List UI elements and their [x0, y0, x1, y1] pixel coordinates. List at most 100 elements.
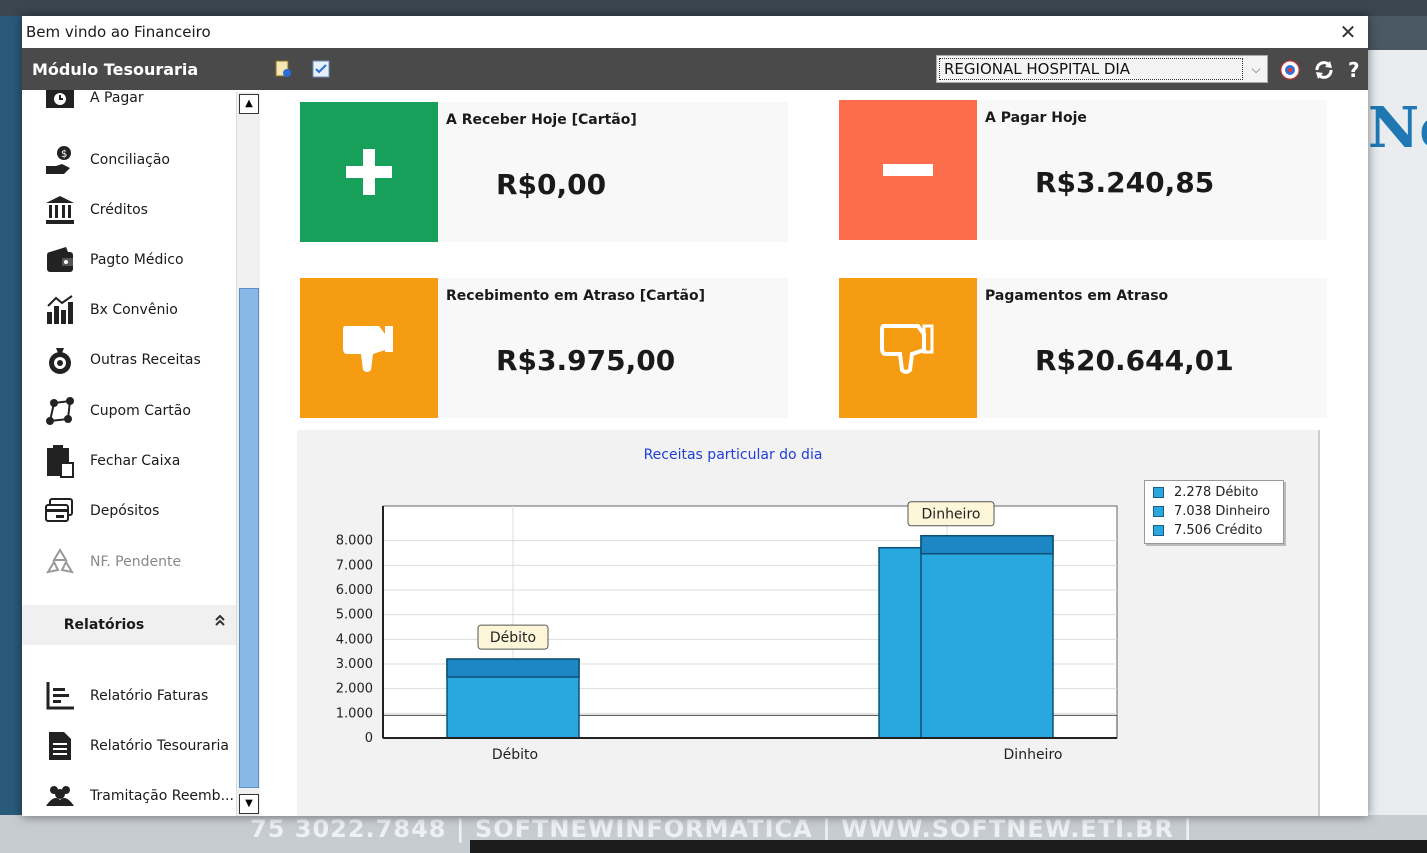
sidebar-item-label: Conciliação — [90, 152, 171, 168]
card-title: A Receber Hoje [Cartão] — [446, 112, 637, 128]
bar-cap — [920, 534, 1054, 555]
sidebar-item-bx-convenio[interactable]: Bx Convênio — [42, 290, 242, 330]
bank-icon — [42, 192, 78, 228]
sidebar-item-relatorio-tesouraria[interactable]: Relatório Tesouraria — [42, 726, 242, 766]
legend-label: 7.506 Crédito — [1174, 523, 1263, 538]
sidebar-item-conciliacao[interactable]: $ Conciliação — [42, 140, 242, 180]
sidebar-item-label: Créditos — [90, 202, 148, 218]
sidebar-item-label: Bx Convênio — [90, 302, 178, 318]
sidebar-item-tramitacao-reemb[interactable]: Tramitação Reemb... — [42, 776, 242, 816]
x-tick-label: Débito — [492, 747, 538, 763]
chart-bars-icon — [42, 292, 78, 328]
taskbar — [470, 840, 1427, 853]
clock-money-icon — [42, 90, 78, 116]
data-label: Débito — [490, 630, 536, 646]
desktop-banner-text: 75 3022.7848 | SOFTNEWINFORMATICA | WWW.… — [250, 815, 1194, 843]
sidebar-item-pagto-medico[interactable]: Pagto Médico — [42, 240, 242, 280]
card-value: R$3.240,85 — [1035, 166, 1215, 199]
sidebar-item-label: Fechar Caixa — [90, 453, 181, 469]
scroll-up-button[interactable]: ▲ — [239, 94, 259, 114]
card-pay-today[interactable]: A Pagar Hoje R$3.240,85 — [839, 100, 1327, 240]
sidebar-item-nf-pendente[interactable]: NF. Pendente — [42, 542, 242, 582]
help-icon[interactable]: ? — [1342, 58, 1366, 82]
sidebar-item-relatorio-faturas[interactable]: Relatório Faturas — [42, 676, 242, 716]
thumbs-down-icon — [300, 278, 438, 418]
card-title: Recebimento em Atraso [Cartão] — [446, 288, 705, 304]
y-tick-label: 7.000 — [336, 558, 373, 573]
close-button[interactable]: ✕ — [1336, 20, 1360, 44]
card-late-payments[interactable]: Pagamentos em Atraso R$20.644,01 — [839, 278, 1327, 418]
module-toolbar: Módulo Tesouraria REGIONAL HOSPITAL DIA … — [22, 48, 1368, 90]
legend-entry: 2.278 Débito — [1153, 483, 1275, 502]
card-receive-today[interactable]: A Receber Hoje [Cartão] R$0,00 — [300, 102, 788, 242]
collapse-icon[interactable] — [214, 613, 226, 631]
scroll-down-button[interactable]: ▼ — [239, 794, 259, 814]
data-label: Dinheiro — [922, 507, 981, 523]
target-icon[interactable] — [1278, 58, 1302, 82]
x-tick-label: Dinheiro — [1004, 747, 1063, 763]
wallet-icon — [42, 242, 78, 278]
sidebar-item-label: Outras Receitas — [90, 352, 201, 368]
window-title: Bem vindo ao Financeiro — [26, 23, 211, 41]
bar-shadow — [878, 546, 924, 739]
sidebar-item-creditos[interactable]: Créditos — [42, 190, 242, 230]
y-tick-label: 0 — [365, 731, 373, 746]
y-tick-label: 3.000 — [336, 657, 373, 672]
people-icon — [42, 778, 78, 814]
sidebar: A Pagar $ Conciliação Créditos Pagto Méd… — [22, 90, 260, 816]
desktop-logo: Ne — [1368, 95, 1427, 161]
reports-section-title: Relatórios — [63, 617, 145, 633]
revenue-chart: Receitas particular do dia 0 1.000 2.000 3.0… — [297, 430, 1320, 816]
unit-select[interactable]: REGIONAL HOSPITAL DIA ⌵ — [936, 55, 1268, 83]
unit-select-value: REGIONAL HOSPITAL DIA — [939, 58, 1243, 80]
sidebar-scrollbar[interactable]: ▲ ▼ — [236, 92, 260, 816]
sidebar-item-label: Cupom Cartão — [90, 403, 191, 419]
sidebar-item-label: Depósitos — [90, 503, 160, 519]
minus-icon — [839, 100, 977, 240]
sidebar-item-label: Relatório Faturas — [90, 688, 209, 704]
svg-text:$: $ — [61, 149, 67, 160]
legend-swatch — [1153, 487, 1164, 498]
desktop-right-strip — [1368, 50, 1427, 820]
sidebar-item-label: A Pagar — [90, 90, 144, 106]
sidebar-item-cupom-cartao[interactable]: Cupom Cartão — [42, 391, 242, 431]
y-tick-label: 1.000 — [336, 706, 373, 721]
module-title: Módulo Tesouraria — [32, 59, 199, 79]
chevron-down-icon: ⌵ — [1251, 61, 1261, 76]
legend-entry: 7.038 Dinheiro — [1153, 502, 1275, 521]
scroll-thumb[interactable] — [239, 288, 259, 788]
y-tick-label: 8.000 — [336, 534, 373, 549]
card-late-receipts[interactable]: Recebimento em Atraso [Cartão] R$3.975,0… — [300, 278, 788, 418]
thumbs-down-outline-icon — [839, 278, 977, 418]
y-tick-label: 4.000 — [336, 632, 373, 647]
plus-icon — [300, 102, 438, 242]
checklist-icon[interactable] — [310, 58, 332, 80]
export-icon[interactable] — [272, 58, 294, 80]
bar — [920, 534, 1054, 739]
legend-swatch — [1153, 506, 1164, 517]
clipboard-icon — [42, 443, 78, 479]
bar-cap — [446, 658, 580, 678]
sidebar-item-label: Tramitação Reemb... — [90, 788, 234, 804]
legend-entry: 7.506 Crédito — [1153, 521, 1275, 540]
card-title: A Pagar Hoje — [985, 110, 1087, 126]
sidebar-item-label: Relatório Tesouraria — [90, 738, 229, 754]
y-tick-label: 2.000 — [336, 682, 373, 697]
card-value: R$3.975,00 — [496, 344, 676, 377]
sidebar-item-depositos[interactable]: Depósitos — [42, 491, 242, 531]
legend-swatch — [1153, 525, 1164, 536]
hand-coin-icon: $ — [42, 142, 78, 178]
sidebar-item-fechar-caixa[interactable]: Fechar Caixa — [42, 441, 242, 481]
card-value: R$0,00 — [496, 168, 607, 201]
network-icon — [42, 393, 78, 429]
money-bag-icon — [42, 342, 78, 378]
chart-title: Receitas particular do dia — [644, 447, 823, 463]
sidebar-item-a-pagar[interactable]: A Pagar — [42, 90, 242, 118]
sidebar-item-label: Pagto Médico — [90, 252, 184, 268]
chart-line-icon — [42, 678, 78, 714]
refresh-icon[interactable] — [1312, 58, 1336, 82]
document-icon — [42, 728, 78, 764]
window-titlebar: Bem vindo ao Financeiro ✕ — [22, 16, 1368, 48]
sidebar-item-outras-receitas[interactable]: Outras Receitas — [42, 340, 242, 380]
reports-section-header[interactable]: Relatórios — [22, 605, 236, 645]
